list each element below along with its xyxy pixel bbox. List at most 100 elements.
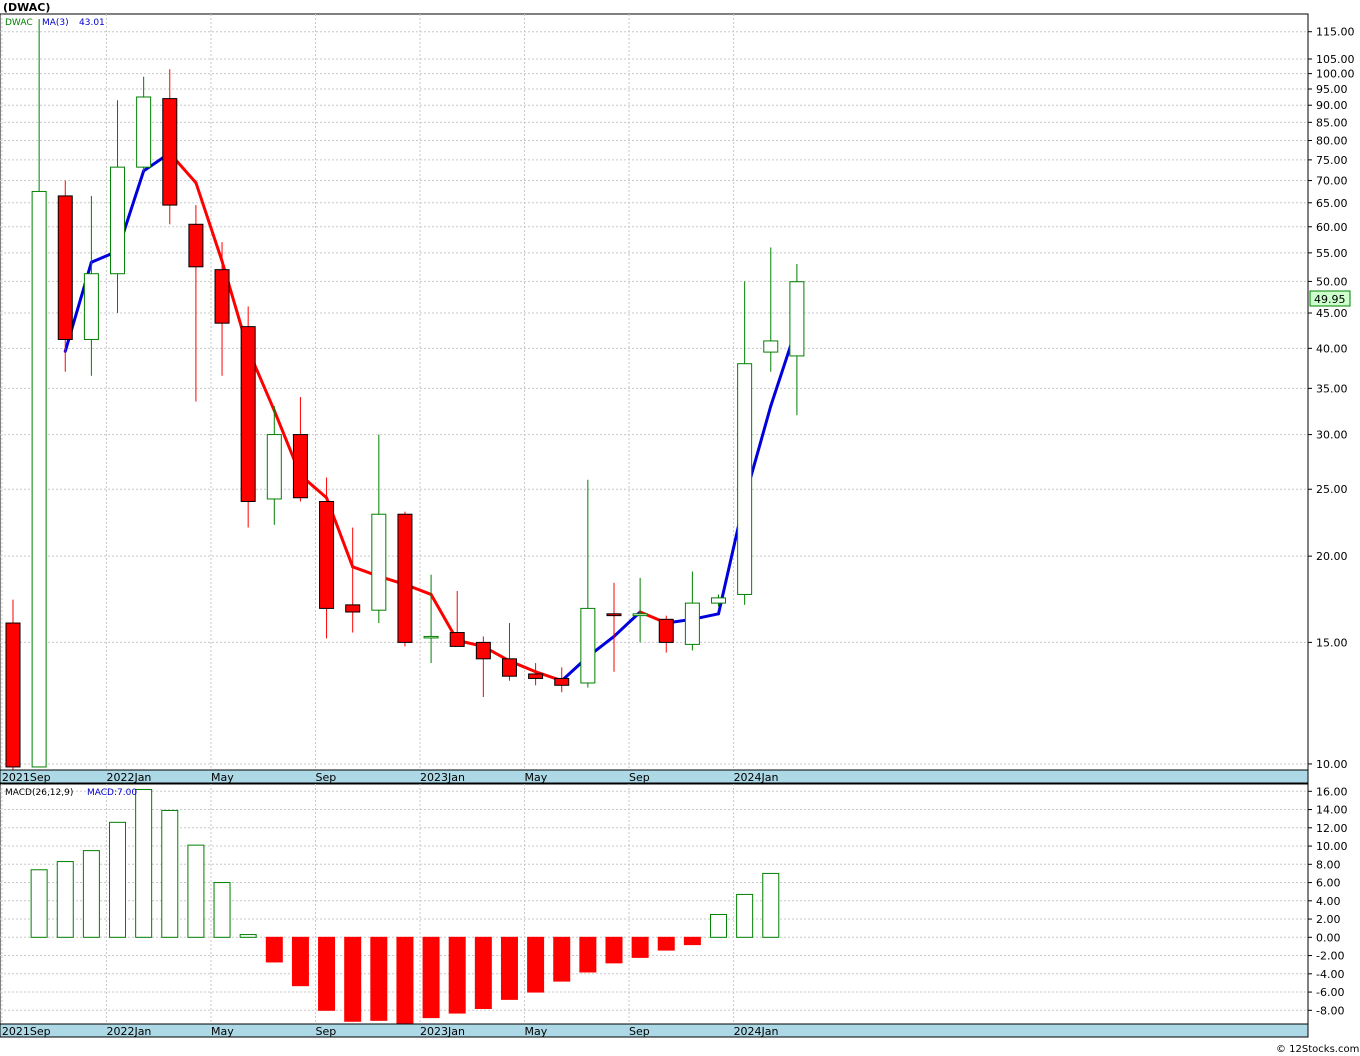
legend-macd-label: MACD(26,12,9) (5, 788, 73, 798)
price-tick-label: 85.00 (1316, 116, 1348, 129)
price-y-axis: 115.00 105.00 100.00 95.00 90.00 85.00 80.00 75… (1308, 26, 1355, 771)
x-axis-label: Sep (315, 771, 336, 784)
candle-body (83, 273, 99, 340)
x-axis-label: 2022Jan (106, 1025, 151, 1038)
candle-body (188, 223, 204, 268)
price-tick-label: 70.00 (1316, 175, 1348, 188)
candle-body (423, 635, 439, 639)
macd-bar (265, 936, 283, 963)
macd-tick-label: 4.00 (1316, 895, 1341, 908)
macd-bar (683, 936, 701, 946)
macd-tick-label: -6.00 (1316, 986, 1344, 999)
macd-tick-label: 6.00 (1316, 877, 1341, 890)
macd-tick-label: -2.00 (1316, 950, 1344, 963)
candle-body (162, 98, 178, 206)
macd-bar (736, 893, 754, 938)
x-axis-label: 2021Sep (2, 1025, 51, 1038)
macd-bar (291, 936, 309, 987)
macd-bar (553, 936, 571, 982)
candle (5, 599, 21, 770)
macd-y-axis: 16.00 14.00 12.00 10.00 8.00 6.00 4.00 2.00 0.00… (1308, 785, 1348, 1017)
x-axis-label: May (211, 1025, 234, 1038)
macd-tick-label: 8.00 (1316, 858, 1341, 871)
price-tick-label: 45.00 (1316, 307, 1348, 320)
chart-title: (DWAC) (3, 1, 50, 14)
candle-body (501, 658, 517, 677)
candle-body (632, 613, 648, 617)
price-tick-label: 15.00 (1316, 636, 1348, 649)
x-axis-label: 2022Jan (106, 771, 151, 784)
price-tick-label: 40.00 (1316, 342, 1348, 355)
x-axis-label: 2024Jan (734, 1025, 779, 1038)
footer-credit: © 12Stocks.com (1276, 1044, 1359, 1055)
candle-body (737, 363, 753, 595)
candle-body (240, 326, 256, 502)
x-axis-label: Sep (629, 1025, 650, 1038)
macd-tick-label: 2.00 (1316, 913, 1341, 926)
macd-bar (318, 936, 336, 1011)
macd-bar (605, 936, 623, 964)
price-tick-label: 50.00 (1316, 275, 1348, 288)
macd-bar (56, 861, 74, 938)
candle-body (110, 166, 126, 275)
candle-body (606, 613, 622, 617)
macd-bar (161, 809, 179, 938)
x-axis-label: May (211, 771, 234, 784)
macd-bar (30, 869, 48, 938)
price-tick-label: 25.00 (1316, 483, 1348, 496)
legend-ticker: DWAC (5, 18, 33, 28)
macd-bar (82, 850, 100, 938)
price-x-axis-strip (0, 769, 1309, 784)
macd-bar (213, 882, 231, 938)
candle-body (658, 618, 674, 643)
candle-body (528, 673, 544, 679)
candle (397, 511, 413, 647)
macd-bar (448, 936, 466, 1014)
candle-body (371, 513, 387, 611)
candle-body (711, 597, 727, 604)
candle-body (684, 602, 700, 645)
macd-x-axis-strip (0, 1023, 1309, 1038)
candle-body (345, 604, 361, 613)
macd-bar (657, 936, 675, 951)
stock-chart: (DWAC) 115.00 105.00 100.00 95.00 90.00 85.00… (0, 1, 1359, 1055)
x-axis-label: May (525, 771, 548, 784)
macd-bar (187, 844, 205, 938)
candle-body (789, 281, 805, 357)
candle-body (449, 632, 465, 647)
candle-body (763, 340, 779, 353)
candle-body (214, 269, 230, 324)
macd-tick-label: 12.00 (1316, 822, 1348, 835)
candle-body (319, 500, 335, 609)
x-axis-label: 2023Jan (420, 771, 465, 784)
price-tick-label: 80.00 (1316, 135, 1348, 148)
macd-bar (344, 936, 362, 1022)
x-axis-label: May (525, 1025, 548, 1038)
price-tick-label: 105.00 (1316, 53, 1355, 66)
candle-body (475, 641, 491, 660)
legend-ma-label: MA(3) (42, 18, 69, 28)
macd-bar (396, 936, 414, 1024)
price-tick-label: 10.00 (1316, 758, 1348, 771)
x-axis-label: 2024Jan (734, 771, 779, 784)
price-tick-label: 90.00 (1316, 99, 1348, 112)
candle (240, 306, 256, 528)
x-axis-label: 2023Jan (420, 1025, 465, 1038)
macd-bar (109, 821, 127, 938)
candle-body (5, 622, 21, 768)
macd-bar (135, 788, 153, 938)
price-tick-label: 65.00 (1316, 197, 1348, 210)
price-tick-label: 115.00 (1316, 26, 1355, 39)
macd-bar (631, 936, 649, 958)
candle-body (292, 434, 308, 499)
macd-tick-label: 10.00 (1316, 840, 1348, 853)
macd-tick-label: 14.00 (1316, 804, 1348, 817)
macd-bar (710, 913, 728, 938)
last-price-tag: 49.95 (1309, 290, 1351, 307)
macd-bar (239, 934, 257, 938)
candle-body (554, 677, 570, 686)
price-tick-label: 30.00 (1316, 429, 1348, 442)
macd-bar (500, 936, 518, 1000)
x-axis-label: Sep (629, 771, 650, 784)
macd-bar (370, 936, 388, 1021)
